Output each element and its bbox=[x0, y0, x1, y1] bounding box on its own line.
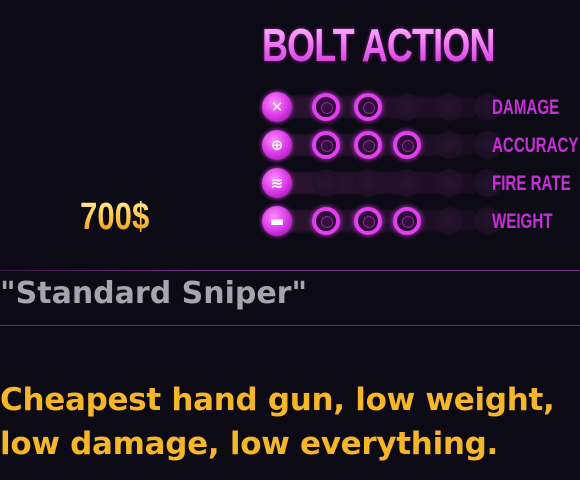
weapon-class-title: BOLT ACTION bbox=[262, 19, 495, 71]
stat-pip-empty bbox=[435, 93, 463, 121]
stat-row-damage: ✕ DAMAGE bbox=[262, 92, 580, 122]
stat-pip-filled bbox=[312, 93, 340, 121]
description-line-1: Cheapest hand gun, low weight, bbox=[0, 382, 555, 418]
stat-pip-empty bbox=[435, 131, 463, 159]
crossed-bullets-icon: ✕ bbox=[262, 92, 292, 122]
stat-pip-empty bbox=[435, 169, 463, 197]
stat-pip-filled bbox=[393, 131, 421, 159]
weight-icon: ▬ bbox=[262, 206, 292, 236]
stat-pip-empty bbox=[312, 169, 340, 197]
divider-bottom bbox=[0, 325, 580, 326]
stat-pip-empty bbox=[393, 169, 421, 197]
crosshair-icon: ⊕ bbox=[262, 130, 292, 160]
stat-pip-filled bbox=[354, 131, 382, 159]
stat-label-damage: DAMAGE bbox=[492, 96, 560, 119]
weapon-name: "Standard Sniper" bbox=[0, 276, 308, 311]
weapon-description: Cheapest hand gun, low weight, low damag… bbox=[0, 378, 580, 466]
stat-pip-filled bbox=[354, 207, 382, 235]
stat-pip-filled bbox=[312, 131, 340, 159]
stat-pip-empty bbox=[354, 169, 382, 197]
stat-row-weight: ▬ WEIGHT bbox=[262, 206, 580, 236]
stat-label-fire-rate: FIRE RATE bbox=[492, 172, 571, 195]
weapon-price: 700$ bbox=[80, 196, 150, 238]
stat-pip-filled bbox=[354, 93, 382, 121]
divider-top bbox=[0, 270, 580, 271]
stat-label-accuracy: ACCURACY bbox=[492, 134, 579, 157]
stat-pip-filled bbox=[393, 207, 421, 235]
stat-pip-filled bbox=[312, 207, 340, 235]
burst-fire-icon: ≋ bbox=[262, 168, 292, 198]
stat-row-fire-rate: ≋ FIRE RATE bbox=[262, 168, 580, 198]
stat-pip-empty bbox=[393, 93, 421, 121]
description-line-2: low damage, low everything. bbox=[0, 426, 499, 462]
stat-pip-empty bbox=[435, 207, 463, 235]
stat-row-accuracy: ⊕ ACCURACY bbox=[262, 130, 580, 160]
stat-label-weight: WEIGHT bbox=[492, 210, 553, 233]
